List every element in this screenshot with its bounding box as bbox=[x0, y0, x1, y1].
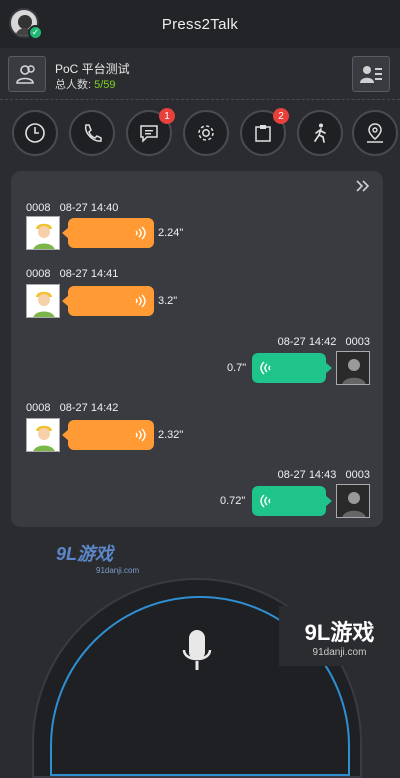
top-bar: ✓ Press2Talk bbox=[0, 0, 400, 48]
settings-button[interactable] bbox=[183, 110, 229, 156]
group-bar: PoC 平台测试 总人数: 5/59 bbox=[0, 48, 400, 100]
message-icon bbox=[140, 125, 158, 143]
message-user: 0003 bbox=[345, 469, 370, 481]
double-chevron-right-icon[interactable] bbox=[355, 179, 371, 193]
clock-icon bbox=[25, 123, 45, 143]
sound-wave-icon bbox=[135, 226, 146, 240]
messages-button[interactable]: 1 bbox=[126, 108, 175, 156]
voice-message-bubble[interactable] bbox=[62, 286, 154, 316]
message-meta: 0008 08-27 14:42 bbox=[26, 402, 118, 414]
message-time: 08-27 14:42 bbox=[277, 336, 337, 348]
message-time: 08-27 14:42 bbox=[59, 402, 119, 414]
chat-panel: 0008 08-27 14:40 2.24" 0008 08-27 14:41 … bbox=[11, 171, 383, 527]
location-button[interactable] bbox=[352, 110, 398, 156]
voice-duration: 2.24" bbox=[158, 227, 184, 239]
voice-duration: 3.2" bbox=[158, 295, 178, 307]
message-time: 08-27 14:43 bbox=[277, 469, 337, 481]
message-avatar[interactable] bbox=[26, 216, 60, 250]
tasks-badge: 2 bbox=[273, 108, 289, 124]
message-avatar[interactable] bbox=[26, 418, 60, 452]
message-user: 0008 bbox=[26, 402, 51, 414]
member-count-value: 5/59 bbox=[94, 79, 116, 91]
message-user: 0008 bbox=[26, 268, 51, 280]
voice-message-bubble[interactable] bbox=[62, 218, 154, 248]
contact-list-button[interactable] bbox=[352, 56, 390, 92]
message-meta: 08-27 14:43 0003 bbox=[278, 469, 370, 481]
user-photo-icon bbox=[337, 352, 369, 384]
worker-avatar-icon bbox=[33, 291, 55, 317]
voice-message-bubble[interactable] bbox=[62, 420, 154, 450]
watermark-logo-large: 9L游戏 91danji.com bbox=[279, 606, 400, 666]
sound-wave-icon bbox=[260, 361, 271, 375]
watermark-logo-text-large: 9L游戏 bbox=[304, 619, 375, 645]
messages-badge: 1 bbox=[159, 108, 175, 124]
message-time: 08-27 14:40 bbox=[59, 202, 119, 214]
clipboard-icon bbox=[255, 125, 271, 142]
user-photo-icon bbox=[337, 485, 369, 517]
watermark-logo-text: 9L游戏 bbox=[56, 544, 114, 564]
voice-duration: 0.7" bbox=[227, 362, 247, 374]
phone-icon bbox=[84, 124, 102, 142]
member-count: 总人数: 5/59 bbox=[55, 76, 116, 92]
watermark-url: 91danji.com bbox=[96, 566, 140, 575]
voice-duration: 2.32" bbox=[158, 429, 184, 441]
gear-icon bbox=[198, 125, 214, 141]
message-meta: 0008 08-27 14:40 bbox=[26, 202, 118, 214]
group-name: PoC 平台测试 bbox=[55, 62, 130, 76]
people-icon bbox=[16, 65, 35, 84]
tasks-button[interactable]: 2 bbox=[240, 108, 289, 156]
message-avatar[interactable] bbox=[336, 351, 370, 385]
call-button[interactable] bbox=[69, 110, 115, 156]
message-avatar[interactable] bbox=[26, 284, 60, 318]
message-meta: 08-27 14:42 0003 bbox=[278, 336, 370, 348]
worker-avatar-icon bbox=[33, 425, 55, 451]
worker-avatar-icon bbox=[33, 223, 55, 249]
message-meta: 0008 08-27 14:41 bbox=[26, 268, 118, 280]
app-title: Press2Talk bbox=[161, 15, 239, 33]
voice-message-bubble[interactable] bbox=[252, 353, 332, 383]
online-check-icon: ✓ bbox=[28, 25, 43, 40]
voice-duration: 0.72" bbox=[220, 495, 246, 507]
watermark-logo-small: 9L游戏 91danji.com bbox=[56, 540, 139, 575]
microphone-icon[interactable] bbox=[182, 628, 212, 672]
walking-person-icon bbox=[314, 123, 326, 143]
history-button[interactable] bbox=[12, 110, 58, 156]
voice-message-bubble[interactable] bbox=[252, 486, 332, 516]
sound-wave-icon bbox=[135, 294, 146, 308]
watermark-url-large: 91danji.com bbox=[312, 646, 367, 658]
message-user: 0008 bbox=[26, 202, 51, 214]
message-avatar[interactable] bbox=[336, 484, 370, 518]
location-pin-icon bbox=[367, 123, 383, 143]
message-user: 0003 bbox=[345, 336, 370, 348]
sound-wave-icon bbox=[135, 428, 146, 442]
track-button[interactable] bbox=[297, 110, 343, 156]
function-toolbar: 1 2 bbox=[0, 104, 400, 160]
group-members-button[interactable] bbox=[8, 56, 46, 92]
contact-card-icon bbox=[360, 66, 382, 83]
sound-wave-icon bbox=[260, 494, 271, 508]
member-count-label: 总人数: bbox=[55, 79, 95, 91]
message-time: 08-27 14:41 bbox=[59, 268, 119, 280]
